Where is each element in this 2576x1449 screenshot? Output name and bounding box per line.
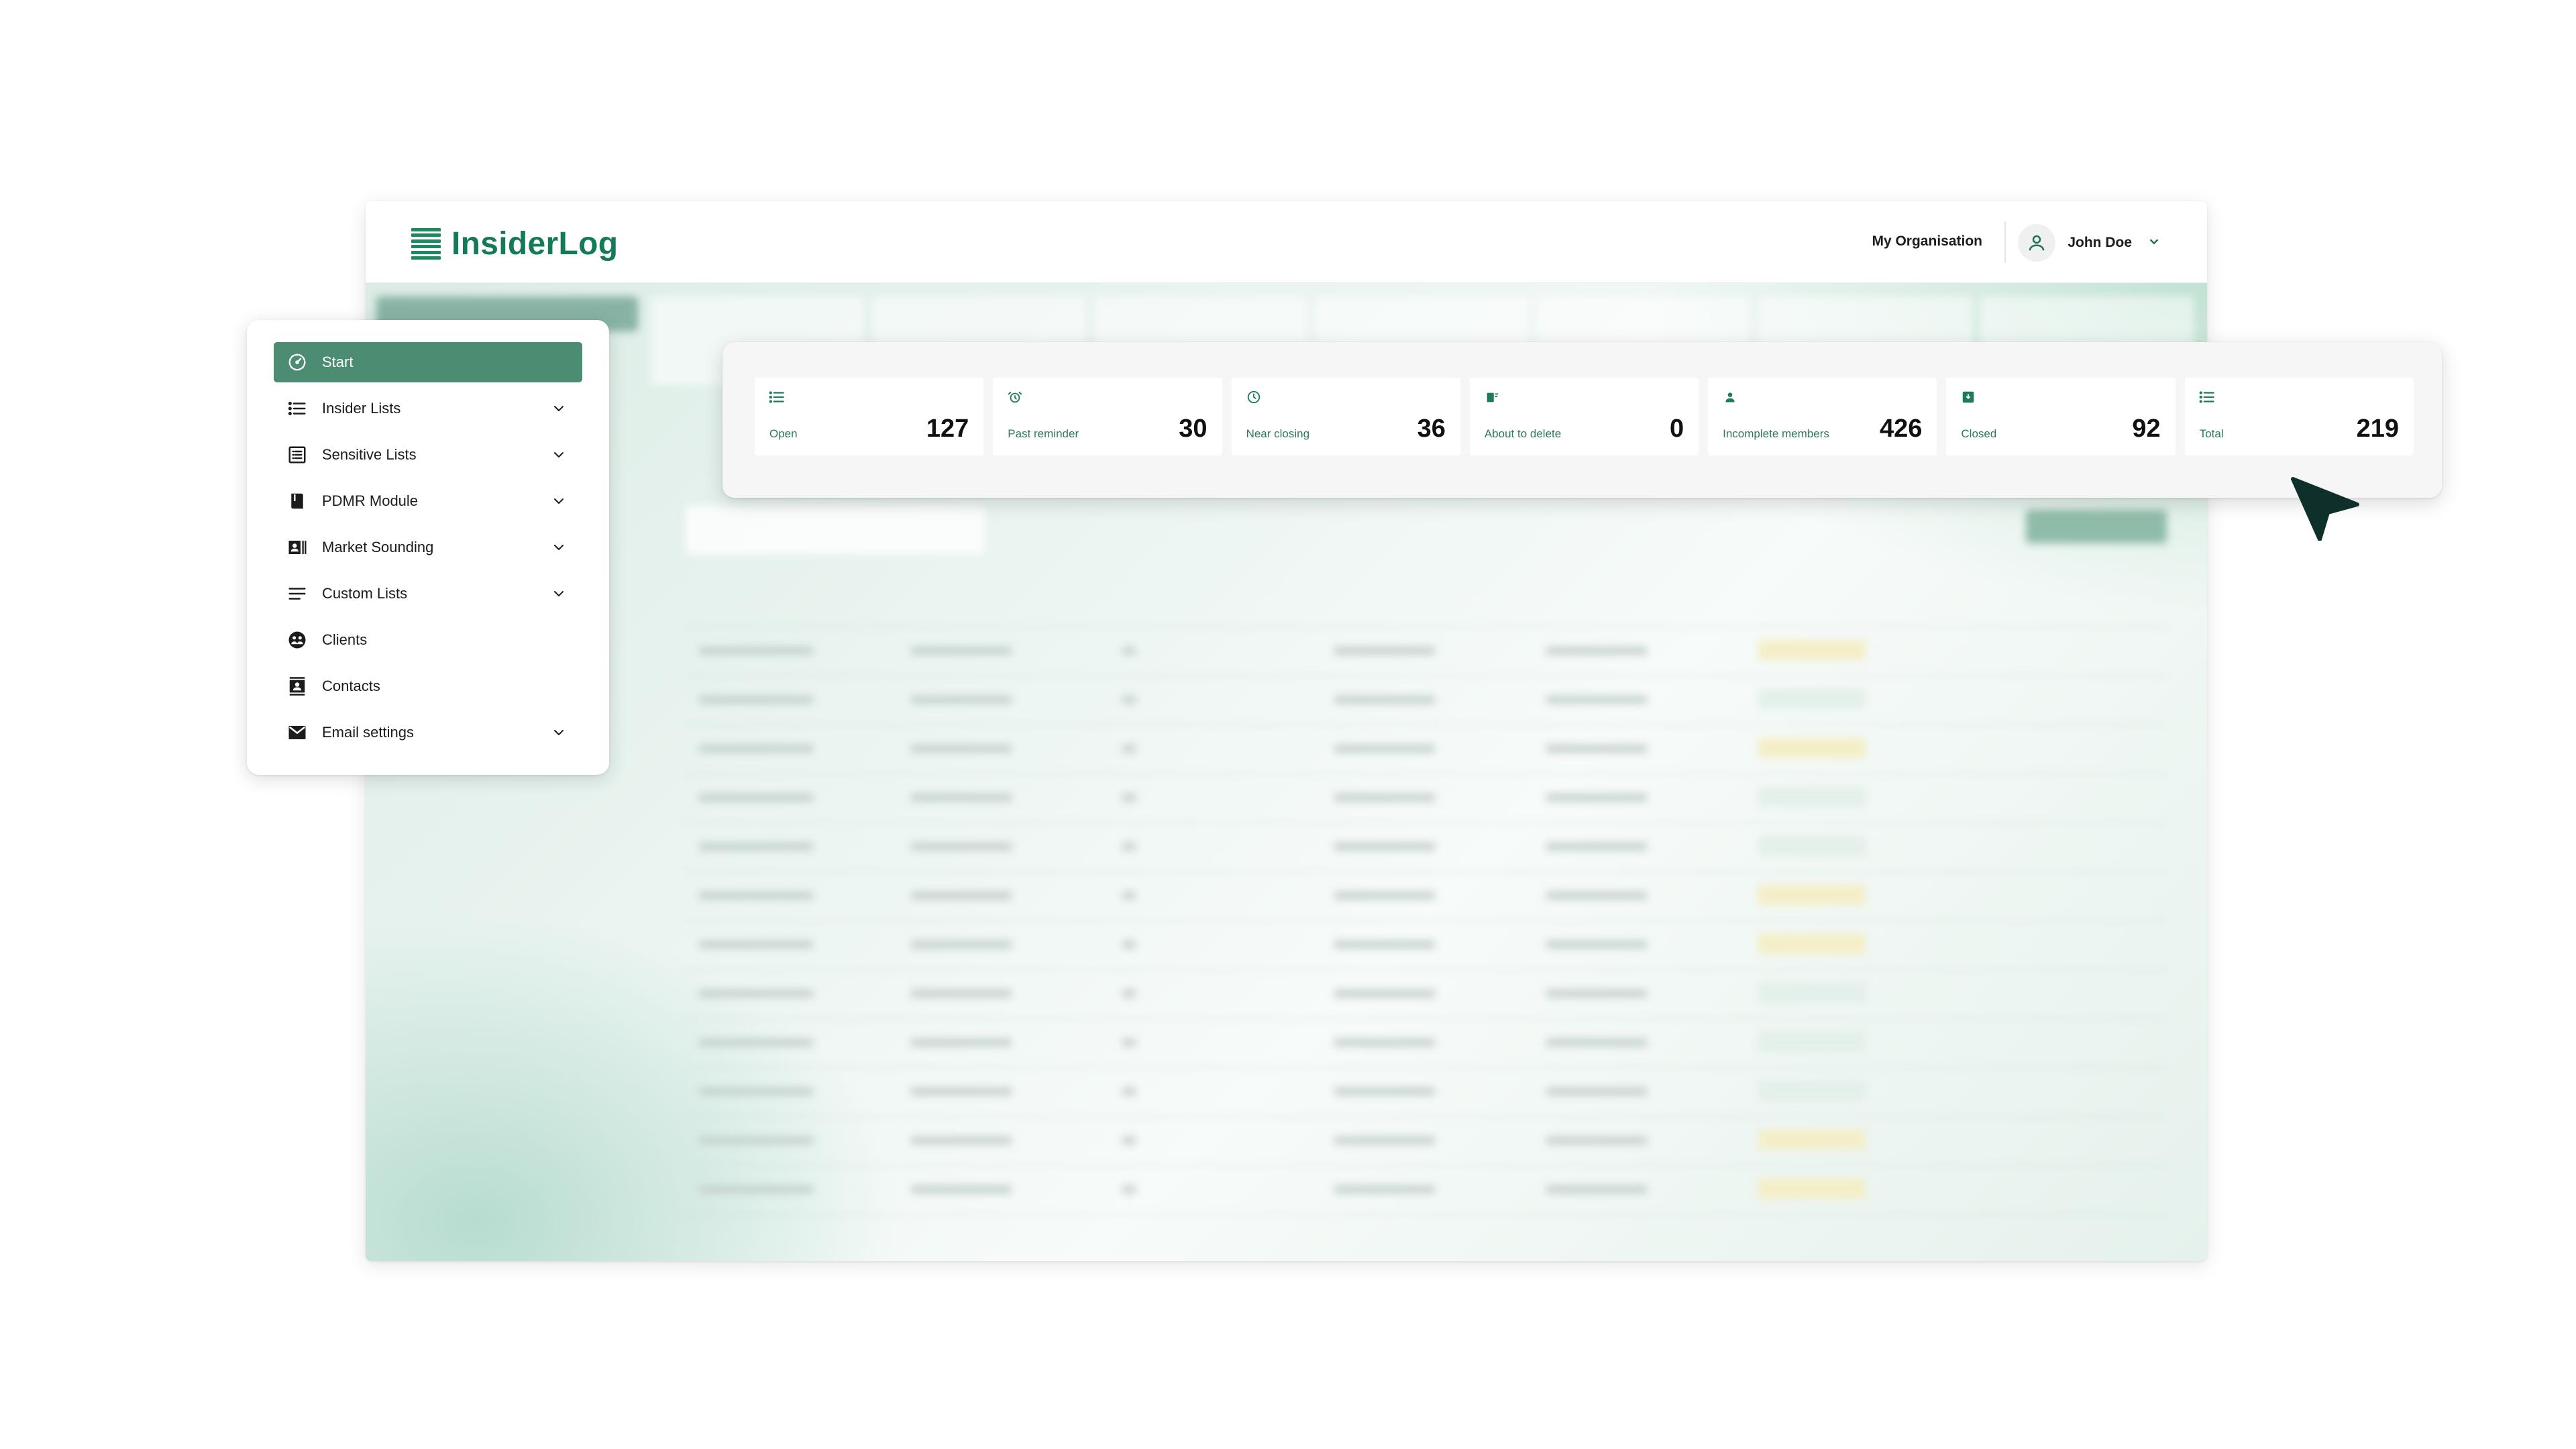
- stat-label: About to delete: [1484, 427, 1562, 440]
- sidebar-item-sensitive-lists[interactable]: Sensitive Lists: [274, 435, 582, 475]
- alarm-clock-icon: [1006, 388, 1024, 406]
- sidebar-item-label: Insider Lists: [322, 400, 401, 417]
- trash-icon: [1483, 388, 1501, 406]
- background-table-row: [684, 1019, 2167, 1068]
- sidebar-item-clients[interactable]: Clients: [274, 620, 582, 660]
- header-divider: [2004, 221, 2006, 263]
- stats-panel: Open 127 Past reminder 30 Near closing 36 Abou…: [722, 342, 2442, 498]
- stat-value: 30: [1179, 415, 1208, 443]
- clock-icon: [1245, 388, 1263, 406]
- background-table-row: [684, 1166, 2167, 1215]
- clients-icon: [286, 629, 309, 651]
- navigation-menu: Start Insider Lists Sensitive Lists PDMR Mo…: [247, 320, 609, 775]
- sidebar-item-custom-lists[interactable]: Custom Lists: [274, 574, 582, 614]
- sidebar-item-label: Start: [322, 354, 354, 370]
- stat-card-past-reminder[interactable]: Past reminder 30: [993, 378, 1222, 455]
- stat-value: 0: [1669, 415, 1684, 443]
- chevron-down-icon[interactable]: [549, 537, 569, 557]
- background-table-row: [684, 676, 2167, 725]
- dashboard-gauge-icon: [286, 351, 309, 374]
- table-list-icon: [286, 443, 309, 466]
- contacts-book-icon: [286, 675, 309, 698]
- background-table-row: [684, 921, 2167, 970]
- sidebar-item-label: Market Sounding: [322, 539, 434, 555]
- stat-card-open[interactable]: Open 127: [755, 378, 984, 455]
- logo-text: InsiderLog: [451, 226, 619, 262]
- stat-label: Closed: [1961, 427, 1997, 440]
- sidebar-item-label: Clients: [322, 631, 368, 648]
- chevron-down-icon[interactable]: [549, 398, 569, 419]
- lines-icon: [286, 582, 309, 605]
- chevron-down-icon[interactable]: [549, 722, 569, 743]
- closed-box-icon: [1960, 388, 1977, 406]
- person-icon: [1721, 388, 1739, 406]
- background-table: [684, 578, 2167, 1215]
- user-icon: [2018, 224, 2056, 262]
- background-table-row: [684, 774, 2167, 823]
- chevron-down-icon[interactable]: [549, 491, 569, 511]
- logo[interactable]: InsiderLog: [411, 225, 618, 262]
- stat-value: 219: [2356, 415, 2399, 443]
- stat-label: Open: [769, 427, 798, 440]
- background-new-button: [2026, 510, 2167, 543]
- background-table-row: [684, 970, 2167, 1019]
- stat-card-about-to-delete[interactable]: About to delete 0: [1469, 378, 1699, 455]
- user-name: John Doe: [2068, 235, 2132, 250]
- stat-label: Past reminder: [1008, 427, 1079, 440]
- sidebar-item-insider-lists[interactable]: Insider Lists: [274, 388, 582, 429]
- chevron-down-icon: [2147, 234, 2161, 252]
- background-table-row: [684, 725, 2167, 774]
- envelope-icon: [286, 721, 309, 744]
- book-icon: [286, 490, 309, 513]
- stat-value: 36: [1417, 415, 1446, 443]
- sidebar-item-pdmr-module[interactable]: PDMR Module: [274, 481, 582, 521]
- chevron-down-icon[interactable]: [549, 584, 569, 604]
- mouse-cursor-icon: [2291, 477, 2359, 541]
- stat-value: 426: [1880, 415, 1923, 443]
- logo-mark-icon: [411, 227, 441, 260]
- background-table-row: [684, 823, 2167, 872]
- background-table-row: [684, 1068, 2167, 1117]
- stat-label: Total: [2199, 427, 2224, 440]
- background-table-header: [684, 578, 2167, 627]
- sidebar-item-email-settings[interactable]: Email settings: [274, 712, 582, 753]
- stat-card-near-closing[interactable]: Near closing 36: [1231, 378, 1460, 455]
- contact-card-icon: [286, 536, 309, 559]
- sidebar-item-start[interactable]: Start: [274, 342, 582, 382]
- sidebar-item-label: Custom Lists: [322, 585, 408, 602]
- sidebar-item-label: PDMR Module: [322, 492, 419, 509]
- stat-value: 127: [926, 415, 969, 443]
- sidebar-item-market-sounding[interactable]: Market Sounding: [274, 527, 582, 568]
- sidebar-item-contacts[interactable]: Contacts: [274, 666, 582, 706]
- sidebar-item-label: Sensitive Lists: [322, 446, 417, 463]
- background-table-row: [684, 1117, 2167, 1166]
- background-search-field: [684, 504, 986, 555]
- stat-label: Near closing: [1246, 427, 1310, 440]
- stat-card-total[interactable]: Total 219: [2184, 378, 2414, 455]
- background-table-row: [684, 627, 2167, 676]
- app-header: InsiderLog My Organisation John Doe: [366, 201, 2207, 283]
- stat-label: Incomplete members: [1723, 427, 1829, 440]
- stat-card-closed[interactable]: Closed 92: [1946, 378, 2176, 455]
- background-table-row: [684, 872, 2167, 921]
- chevron-down-icon[interactable]: [549, 445, 569, 465]
- stat-card-incomplete-members[interactable]: Incomplete members 426: [1708, 378, 1937, 455]
- list-icon: [286, 397, 309, 420]
- list-icon: [768, 388, 786, 406]
- sidebar-item-label: Contacts: [322, 678, 380, 694]
- stat-value: 92: [2132, 415, 2161, 443]
- list-icon: [2198, 388, 2216, 406]
- organisation-link[interactable]: My Organisation: [1872, 233, 1982, 250]
- user-menu[interactable]: John Doe: [2018, 224, 2161, 262]
- sidebar-item-label: Email settings: [322, 724, 414, 741]
